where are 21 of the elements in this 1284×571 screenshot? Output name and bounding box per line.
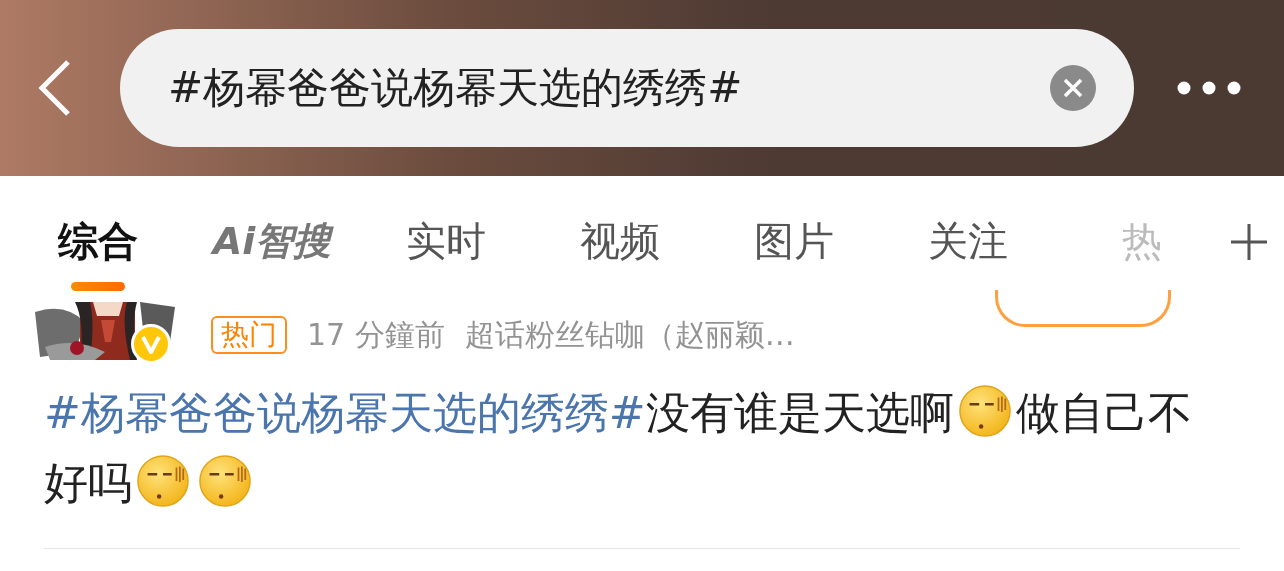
search-query: #杨幂爸爸说杨幂天选的绣绣# <box>168 62 744 114</box>
topic-link[interactable]: #杨幂爸爸说杨幂天选的绣绣# <box>44 387 646 438</box>
search-field[interactable]: #杨幂爸爸说杨幂天选的绣绣# <box>120 29 1134 147</box>
ai-search-tab[interactable]: Ai智搜 <box>212 216 332 266</box>
emoji-icon <box>198 454 252 508</box>
tab[interactable]: 关注 <box>928 216 1008 266</box>
tab-indicator <box>71 282 125 291</box>
post-source: 超话粉丝钻咖（赵丽颖… <box>464 315 795 354</box>
emoji-icon <box>136 454 190 508</box>
tab[interactable]: 实时 <box>406 216 486 266</box>
emoji-icon <box>957 384 1012 438</box>
post-time: 17 分鐘前 <box>307 315 445 354</box>
hot-tag: 热门 <box>211 316 287 354</box>
more-icon[interactable] <box>1176 80 1242 96</box>
tab[interactable]: 视频 <box>580 216 660 266</box>
post-text: #杨幂爸爸说杨幂天选的绣绣#没有谁是天选啊 做自己不好吗 <box>44 378 1204 518</box>
clear-icon[interactable] <box>1050 65 1096 111</box>
tab[interactable]: 图片 <box>754 216 834 266</box>
back-icon[interactable] <box>36 58 72 118</box>
add-icon[interactable] <box>1229 222 1269 262</box>
tab[interactable]: 综合 <box>58 216 138 266</box>
